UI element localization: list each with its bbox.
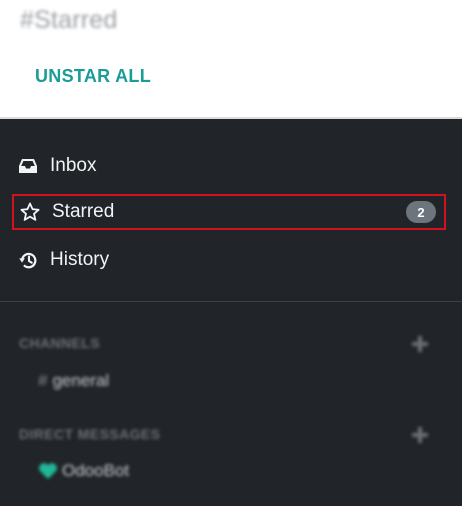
sidebar-item-starred[interactable]: Starred 2 bbox=[12, 194, 446, 230]
unstar-all-button[interactable]: UNSTAR ALL bbox=[35, 66, 151, 87]
thread-title: #Starred bbox=[20, 6, 118, 34]
channel-item-general[interactable]: # general bbox=[38, 371, 109, 391]
channel-hash: # bbox=[38, 371, 48, 390]
sidebar-item-history[interactable]: History bbox=[12, 242, 446, 278]
star-outline-icon bbox=[20, 202, 40, 222]
add-direct-message-icon[interactable] bbox=[412, 427, 428, 443]
sidebar-item-label: Starred bbox=[52, 201, 115, 222]
thread-header: #Starred UNSTAR ALL bbox=[0, 0, 462, 117]
direct-message-item-odoobot[interactable]: OdooBot bbox=[38, 461, 129, 481]
history-icon bbox=[18, 250, 38, 270]
sidebar-item-label: Inbox bbox=[50, 155, 97, 176]
inbox-icon bbox=[18, 156, 38, 176]
starred-count-badge: 2 bbox=[406, 201, 436, 223]
direct-messages-header: DIRECT MESSAGES bbox=[19, 426, 161, 442]
direct-message-name: OdooBot bbox=[62, 461, 130, 480]
sidebar-item-label: History bbox=[50, 249, 110, 270]
heart-icon bbox=[38, 462, 58, 480]
sidebar-item-inbox[interactable]: Inbox bbox=[12, 148, 446, 184]
discuss-sidebar: Inbox Starred 2 History CHANNELS # gener… bbox=[0, 119, 462, 506]
add-channel-icon[interactable] bbox=[412, 336, 428, 352]
sidebar-divider bbox=[0, 301, 462, 302]
channel-name: general bbox=[52, 371, 110, 390]
channels-header: CHANNELS bbox=[19, 335, 100, 351]
